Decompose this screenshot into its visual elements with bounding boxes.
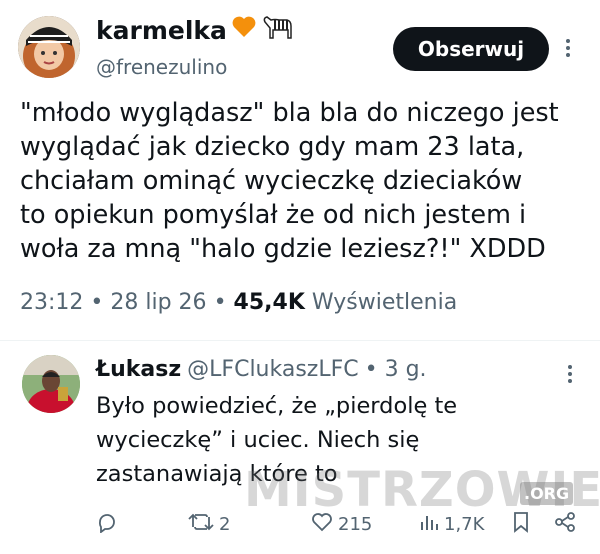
author-name-row[interactable]: karmelka bbox=[96, 14, 293, 46]
share-button[interactable] bbox=[554, 510, 576, 538]
bookmark-button[interactable] bbox=[512, 510, 530, 538]
zebra-icon bbox=[261, 14, 293, 46]
post-text: "młodo wyglądasz" bla bla do niczego jes… bbox=[20, 98, 559, 264]
comment-icon bbox=[96, 511, 118, 538]
like-button[interactable]: 215 bbox=[311, 510, 372, 538]
author-avatar[interactable] bbox=[18, 16, 80, 78]
reply-age[interactable]: • 3 g. bbox=[365, 357, 427, 382]
meta-separator: • bbox=[90, 290, 104, 315]
divider bbox=[0, 340, 600, 341]
post-time[interactable]: 23:12 bbox=[20, 290, 83, 315]
bar-chart-icon bbox=[419, 512, 439, 537]
reply-avatar[interactable] bbox=[22, 355, 80, 413]
post-meta: 23:12 • 28 lip 26 • 45,4K Wyświetlenia bbox=[20, 290, 457, 315]
reply-author-handle[interactable]: @LFClukaszLFC bbox=[187, 357, 358, 382]
retweet-button[interactable]: 2 bbox=[188, 510, 230, 538]
more-options-icon[interactable] bbox=[563, 36, 573, 60]
follow-button[interactable]: Obserwuj bbox=[393, 27, 549, 71]
share-icon bbox=[554, 511, 576, 538]
author-name[interactable]: karmelka bbox=[96, 16, 227, 45]
bookmark-icon bbox=[512, 511, 530, 538]
meta-separator: • bbox=[213, 290, 227, 315]
views-count-reply: 1,7K bbox=[444, 513, 485, 535]
reply-author-name[interactable]: Łukasz bbox=[96, 357, 181, 382]
views-button[interactable]: 1,7K bbox=[419, 510, 484, 538]
author-handle[interactable]: @frenezulino bbox=[96, 55, 227, 79]
watermark-suffix: .ORG bbox=[520, 482, 574, 505]
like-count: 215 bbox=[338, 513, 373, 535]
retweet-icon bbox=[188, 511, 214, 538]
reply-header: Łukasz @LFClukaszLFC • 3 g. bbox=[96, 357, 427, 382]
reply-more-options-icon[interactable] bbox=[565, 362, 575, 386]
orange-heart-icon bbox=[231, 15, 257, 45]
views-count: 45,4K bbox=[233, 290, 305, 315]
retweet-count: 2 bbox=[219, 513, 231, 535]
post-date[interactable]: 28 lip 26 bbox=[110, 290, 206, 315]
reply-actions: 2 215 1,7K bbox=[96, 510, 586, 538]
reply-button[interactable] bbox=[96, 510, 118, 538]
heart-icon bbox=[311, 511, 333, 538]
views-label: Wyświetlenia bbox=[311, 290, 458, 315]
